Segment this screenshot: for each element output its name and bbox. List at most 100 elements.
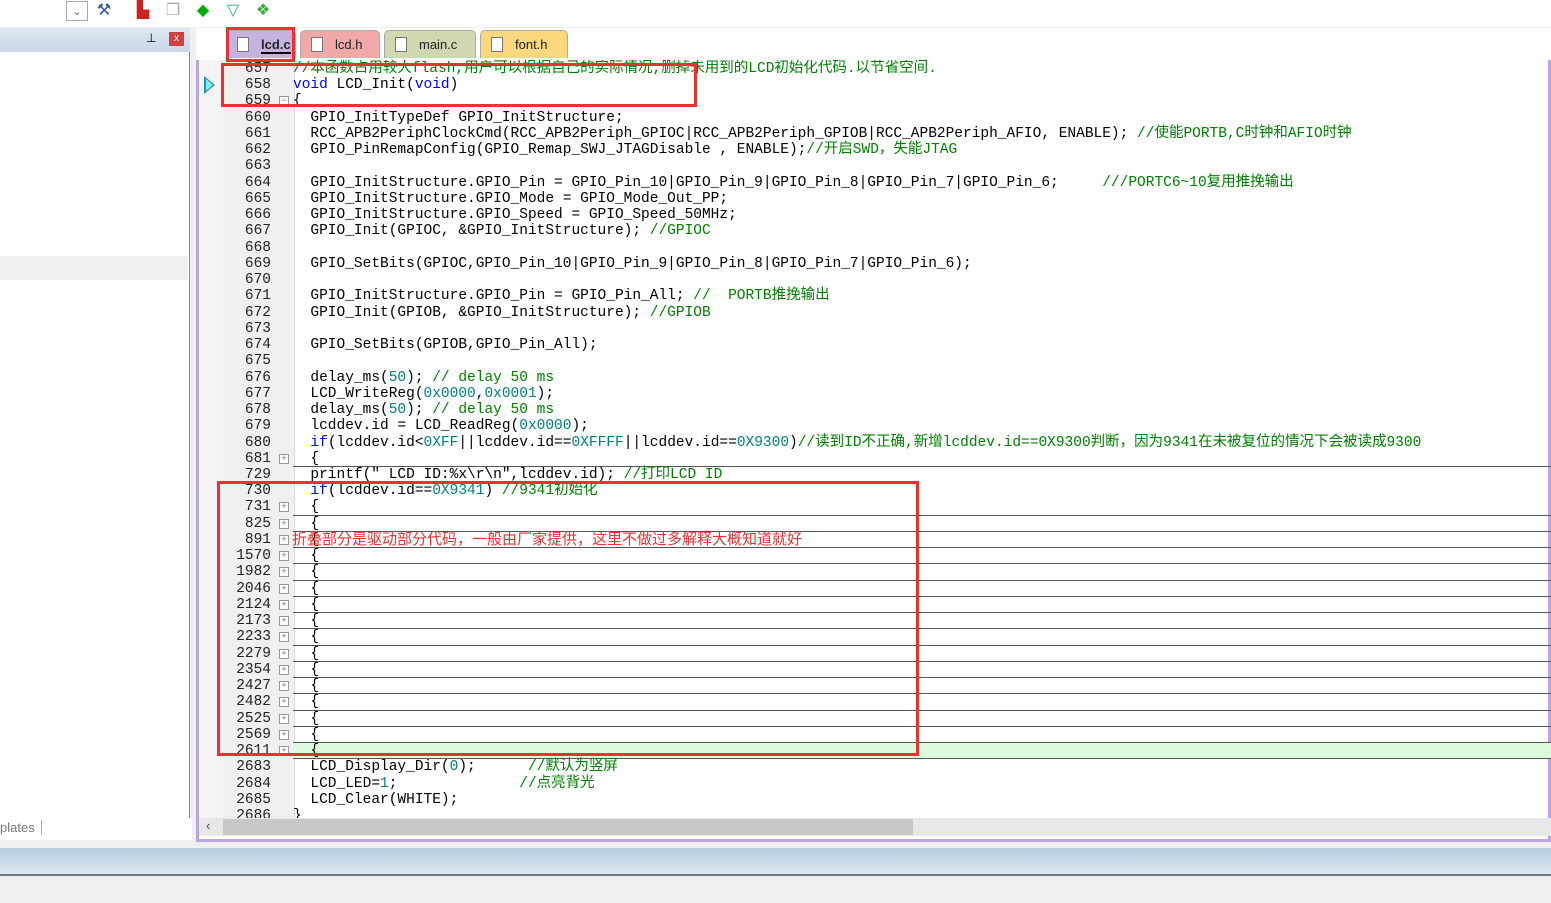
code-line[interactable]: 676 delay_ms(50); // delay 50 ms — [199, 370, 1551, 386]
code-text: } — [293, 808, 302, 818]
code-token: ); — [571, 418, 589, 435]
number-literal: 0x0001 — [484, 385, 537, 402]
horizontal-scrollbar[interactable]: ‹ — [199, 818, 1551, 836]
highlight-box-tab — [226, 27, 295, 62]
diamond-icon[interactable]: ◆ — [192, 1, 214, 21]
tab-templates[interactable]: plates — [0, 820, 42, 835]
filter-icon[interactable]: ▽ — [222, 1, 244, 21]
code-token: ); — [536, 385, 555, 402]
dropdown-icon[interactable]: ⌄ — [66, 1, 88, 21]
code-token: GPIO_SetBits(GPIOB,GPIO_Pin_All); — [293, 337, 598, 354]
line-number: 2683 — [236, 759, 271, 776]
comment: //GPIOC — [649, 223, 711, 240]
line-number: 2686 — [236, 808, 271, 818]
code-line[interactable]: 675 — [199, 353, 1551, 369]
tab-label: font.h — [515, 37, 548, 52]
number-literal: 1 — [380, 775, 389, 792]
line-number: 678 — [244, 402, 271, 419]
comment: ///PORTC6~10复用推挽输出 — [1102, 174, 1294, 191]
code-line[interactable]: 673 — [199, 321, 1551, 337]
close-icon[interactable]: x — [169, 32, 184, 46]
number-literal: 50 — [388, 369, 407, 386]
panel-row[interactable] — [0, 256, 188, 280]
annotation-text: 折叠部分是驱动部分代码，一般由厂家提供，这里不做过多解释大概知道就好 — [292, 530, 803, 548]
code-line[interactable]: 680 if(lcddev.id<0XFF||lcddev.id==0XFFFF… — [199, 435, 1551, 451]
code-line[interactable]: 678 delay_ms(50); // delay 50 ms — [199, 402, 1551, 418]
panel-tabs: plates — [0, 818, 192, 840]
code-line[interactable]: 672 GPIO_Init(GPIOB, &GPIO_InitStructure… — [199, 305, 1551, 321]
line-number: 672 — [244, 304, 271, 321]
code-token: GPIO_Init(GPIOC, &GPIO_InitStructure); — [293, 223, 650, 240]
code-text: LCD_LED=1; //点亮背光 — [293, 775, 595, 792]
code-line[interactable]: 669 GPIO_SetBits(GPIOC,GPIO_Pin_10|GPIO_… — [199, 256, 1551, 272]
comment: //默认为竖屏 — [527, 759, 618, 776]
tab-label: lcd.h — [335, 37, 363, 52]
tab-font-h[interactable]: font.h — [480, 30, 568, 58]
comment: // delay 50 ms — [432, 402, 555, 419]
code-text: LCD_Clear(WHITE); — [293, 792, 458, 808]
tab-main-c[interactable]: main.c — [384, 30, 476, 58]
code-line[interactable]: 670 — [199, 272, 1551, 288]
code-token: delay_ms( — [293, 402, 389, 419]
code-line[interactable]: 660 GPIO_InitTypeDef GPIO_InitStructure; — [199, 110, 1551, 126]
code-line[interactable]: 663 — [199, 158, 1551, 174]
code-line[interactable]: 671 GPIO_InitStructure.GPIO_Pin = GPIO_P… — [199, 288, 1551, 304]
tab-lcd-h[interactable]: lcd.h — [300, 30, 380, 58]
comment: //开启SWD，失能JTAG — [806, 142, 958, 159]
scrollbar-thumb[interactable] — [223, 819, 913, 835]
file-icon — [491, 37, 503, 52]
code-text: lcddev.id = LCD_ReadReg(0x0000); — [293, 418, 589, 435]
code-line[interactable]: 668 — [199, 240, 1551, 256]
code-line[interactable]: 2686} — [199, 808, 1551, 818]
code-line[interactable]: 674 GPIO_SetBits(GPIOB,GPIO_Pin_All); — [199, 337, 1551, 353]
toolbar: ⌄ ⚒ ▙ ❐ ◆ ▽ ❖ — [0, 0, 1551, 27]
expand-icon[interactable]: + — [279, 453, 289, 464]
line-number: 680 — [244, 434, 271, 451]
code-line[interactable]: 677 LCD_WriteReg(0x0000,0x0001); — [199, 386, 1551, 402]
windows-icon[interactable]: ❐ — [162, 1, 184, 21]
code-line[interactable]: 661 RCC_APB2PeriphClockCmd(RCC_APB2Perip… — [199, 126, 1551, 142]
number-literal: 50 — [388, 402, 407, 419]
code-text: GPIO_InitStructure.GPIO_Pin = GPIO_Pin_1… — [293, 174, 1294, 191]
editor-tabs: lcd.c lcd.h main.c font.h — [196, 28, 1551, 60]
code-token: ); — [406, 369, 433, 386]
code-line[interactable]: 2684 LCD_LED=1; //点亮背光 — [199, 776, 1551, 792]
code-token: } — [293, 808, 302, 818]
code-line[interactable]: 664 GPIO_InitStructure.GPIO_Pin = GPIO_P… — [199, 175, 1551, 191]
line-number: 669 — [244, 255, 271, 272]
build-icon[interactable]: ▙ — [132, 1, 154, 21]
code-line[interactable]: 665 GPIO_InitStructure.GPIO_Mode = GPIO_… — [199, 191, 1551, 207]
line-number: 675 — [244, 353, 271, 370]
code-line[interactable]: 2683 LCD_Display_Dir(0); //默认为竖屏 — [199, 759, 1551, 775]
number-literal: 0XFF — [423, 434, 459, 451]
code-token: RCC_APB2PeriphClockCmd(RCC_APB2Periph_GP… — [293, 125, 1138, 142]
code-line[interactable]: 2685 LCD_Clear(WHITE); — [199, 792, 1551, 808]
comment: //点亮背光 — [519, 775, 595, 792]
pin-icon[interactable]: ⊥ — [146, 31, 156, 45]
code-token: ||lcddev.id== — [458, 434, 572, 451]
code-line[interactable]: 681 + { — [199, 450, 1551, 468]
code-line[interactable]: 679 lcddev.id = LCD_ReadReg(0x0000); — [199, 418, 1551, 434]
scroll-left-icon[interactable]: ‹ — [206, 818, 210, 833]
code-line[interactable]: 667 GPIO_Init(GPIOC, &GPIO_InitStructure… — [199, 223, 1551, 239]
line-number: 681 — [244, 450, 271, 467]
file-icon — [311, 37, 323, 52]
line-number: 671 — [244, 288, 271, 305]
code-text: GPIO_InitStructure.GPIO_Speed = GPIO_Spe… — [293, 207, 736, 223]
code-line[interactable]: 666 GPIO_InitStructure.GPIO_Speed = GPIO… — [199, 207, 1551, 223]
comment: //使能PORTB,C时钟和AFIO时钟 — [1137, 125, 1352, 142]
code-token: ||lcddev.id== — [623, 434, 737, 451]
code-token: ); — [458, 759, 528, 776]
code-text: GPIO_InitStructure.GPIO_Pin = GPIO_Pin_A… — [293, 288, 829, 304]
file-icon — [395, 37, 407, 52]
code-token: ; — [388, 775, 520, 792]
wand-icon[interactable]: ⚒ — [93, 1, 115, 21]
line-number: 679 — [244, 418, 271, 435]
code-line[interactable]: 662 GPIO_PinRemapConfig(GPIO_Remap_SWJ_J… — [199, 142, 1551, 158]
code-token: LCD_LED= — [293, 775, 381, 792]
code-text: GPIO_InitTypeDef GPIO_InitStructure; — [293, 110, 623, 126]
code-text: GPIO_Init(GPIOC, &GPIO_InitStructure); /… — [293, 223, 711, 240]
line-number: 677 — [244, 385, 271, 402]
multi-diamond-icon[interactable]: ❖ — [252, 1, 274, 21]
code-text: GPIO_InitStructure.GPIO_Mode = GPIO_Mode… — [293, 191, 728, 207]
